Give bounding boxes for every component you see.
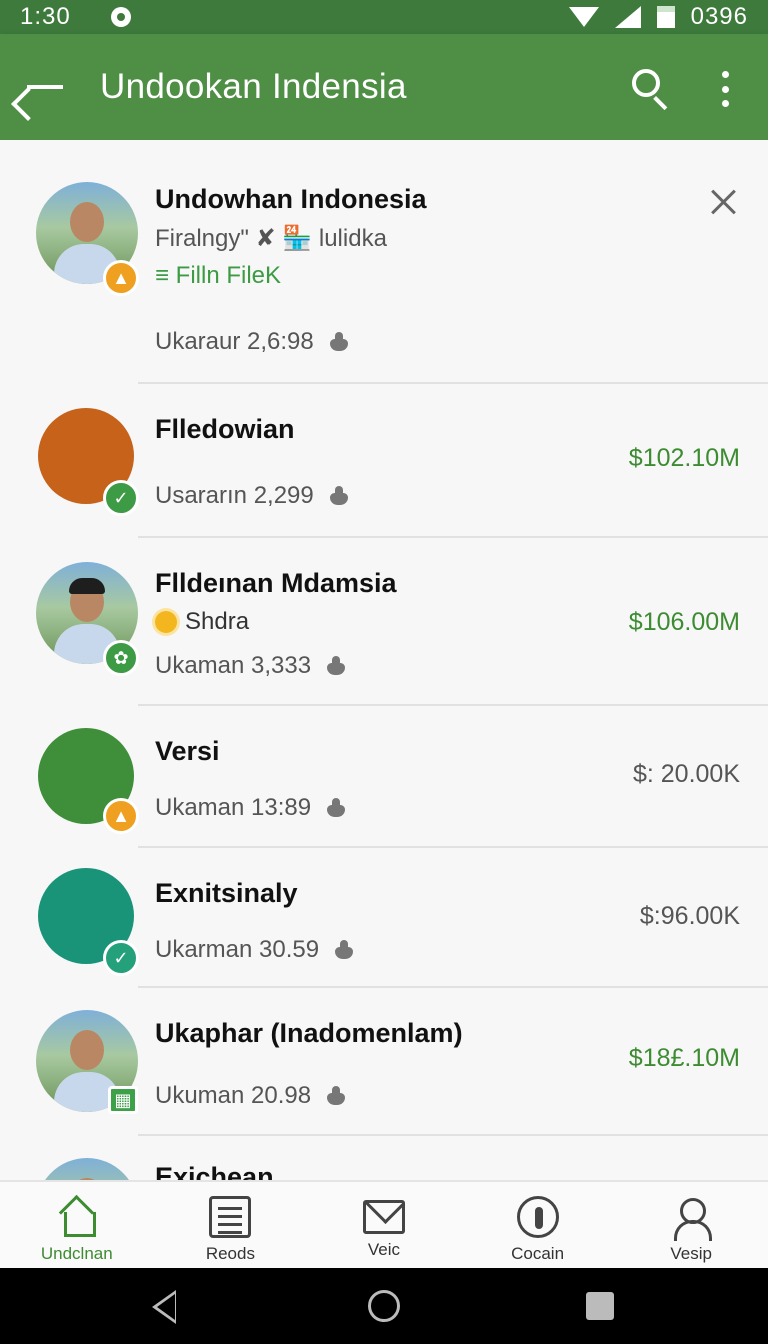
item-subscribers: Ukaraur 2,6:98	[155, 328, 350, 356]
more-vert-icon-dot	[721, 100, 729, 107]
subscriber-count: Ukaman 3,333	[155, 652, 312, 679]
thumbs-up-icon	[328, 331, 350, 353]
wifi-icon	[568, 7, 599, 27]
item-price: $: 20.00K	[632, 760, 740, 788]
more-vert-icon-dot	[721, 85, 729, 93]
item-price: $106.00M	[628, 608, 740, 636]
thumbs-up-icon	[325, 655, 347, 677]
signal-icon	[614, 6, 641, 28]
nav-item-coins[interactable]: Cocain	[461, 1182, 615, 1268]
document-icon	[209, 1196, 252, 1238]
nav-item-messages[interactable]: Veic	[307, 1182, 461, 1268]
subscriber-count: Ukarman 30.59	[155, 936, 320, 963]
thumbs-up-icon	[325, 1085, 347, 1107]
list-item[interactable]: Exichean	[0, 1136, 768, 1180]
status-bar: 1:30 0396	[0, 0, 768, 34]
list-item[interactable]: ▲ Versi Ukaman 13:89 $: 20.00K	[0, 706, 768, 848]
thumbs-up-badge-icon: ▲	[103, 798, 139, 834]
avatar-cap	[69, 578, 105, 594]
nav-item-reads[interactable]: Reods	[154, 1182, 308, 1268]
item-subscribers: Ukaman 13:89	[155, 794, 347, 822]
nav-label: Veic	[367, 1240, 401, 1259]
item-file-label: ≡ Filln FileK	[155, 262, 282, 289]
item-subtitle-row: Shdra	[155, 608, 249, 636]
battery-level: 0396	[690, 3, 748, 30]
check-badge-icon: ✓	[103, 480, 139, 516]
arrow-left-icon	[27, 85, 63, 89]
channel-list: ▲ Undowhan Indonesia Firalngy" ✘ 🏪 lulid…	[0, 140, 768, 1180]
close-icon[interactable]	[710, 188, 738, 216]
user-icon	[670, 1196, 713, 1241]
item-subtitle: Firalngy" ✘ 🏪 lulidka	[155, 225, 387, 252]
item-price: $18£.10M	[628, 1044, 740, 1072]
system-recents-icon[interactable]	[586, 1292, 614, 1320]
battery-icon	[656, 6, 675, 28]
more-vert-icon	[721, 71, 729, 78]
list-item[interactable]: ✿ Flldeınan Mdamsia Shdra Ukaman 3,333 $…	[0, 538, 768, 706]
item-subscribers: Usararın 2,299	[155, 482, 350, 510]
page-title: Undookan Indensia	[100, 67, 407, 106]
bottom-navigation: Undclnan Reods Veic Cocain Vesip	[0, 1180, 768, 1268]
item-price: $102.10M	[628, 444, 740, 472]
thumbs-up-badge-icon: ▲	[103, 260, 139, 296]
thumbs-up-icon	[333, 939, 355, 961]
subscriber-count: Usararın 2,299	[155, 482, 314, 509]
home-icon	[56, 1196, 98, 1238]
subscriber-count: Ukaraur 2,6:98	[155, 328, 314, 355]
search-icon-handle	[653, 96, 668, 111]
avatar	[36, 1158, 138, 1180]
mail-icon	[362, 1200, 405, 1234]
system-home-icon[interactable]	[368, 1290, 400, 1322]
item-title: Exnitsinaly	[155, 878, 298, 908]
coin-icon	[516, 1196, 559, 1238]
item-title: Ukaphar (Inadomenlam)	[155, 1018, 463, 1048]
status-time: 1:30	[20, 3, 71, 30]
list-item[interactable]: ▦ Ukaphar (Inadomenlam) Ukuman 20.98 $18…	[0, 988, 768, 1136]
item-title: Flledowian	[155, 414, 295, 444]
more-options-button[interactable]	[710, 69, 740, 109]
nav-item-profile[interactable]: Vesip	[614, 1182, 768, 1268]
table-badge-icon: ▦	[108, 1086, 138, 1114]
notification-icon	[110, 7, 131, 27]
thumbs-up-icon	[328, 485, 350, 507]
item-subscribers: Ukaman 3,333	[155, 652, 347, 680]
search-icon	[632, 69, 660, 97]
item-title: Undowhan Indonesia	[155, 184, 427, 214]
subscriber-count: Ukuman 20.98	[155, 1082, 312, 1109]
nav-item-home[interactable]: Undclnan	[0, 1182, 154, 1268]
item-subscribers: Ukuman 20.98	[155, 1082, 347, 1110]
back-button[interactable]	[0, 34, 90, 140]
list-item[interactable]: ▲ Undowhan Indonesia Firalngy" ✘ 🏪 lulid…	[0, 140, 768, 384]
sun-icon	[155, 611, 177, 633]
item-subtitle: Shdra	[185, 608, 250, 635]
thumbs-up-icon	[325, 797, 347, 819]
subscriber-count: Ukaman 13:89	[155, 794, 312, 821]
item-title: Flldeınan Mdamsia	[155, 568, 397, 598]
nav-label: Undclnan	[40, 1244, 113, 1263]
leaf-badge-icon: ✿	[103, 640, 139, 676]
status-indicators: 0396	[568, 3, 748, 31]
list-item[interactable]: ✓ Exnitsinaly Ukarman 30.59 $:96.00K	[0, 848, 768, 988]
list-item[interactable]: ✓ Flledowian Usararın 2,299 $102.10M	[0, 384, 768, 538]
item-title: Versi	[155, 736, 220, 766]
check-badge-icon: ✓	[103, 940, 139, 976]
system-navigation-bar	[0, 1268, 768, 1344]
nav-label: Cocain	[511, 1244, 565, 1263]
item-price: $:96.00K	[639, 902, 740, 930]
nav-label: Vesip	[670, 1244, 712, 1263]
search-button[interactable]	[624, 64, 674, 114]
nav-label: Reods	[205, 1244, 255, 1263]
item-title: Exichean	[155, 1162, 274, 1180]
app-bar: Undookan Indensia	[0, 34, 768, 140]
item-subscribers: Ukarman 30.59	[155, 936, 355, 964]
system-back-icon[interactable]	[152, 1290, 176, 1324]
